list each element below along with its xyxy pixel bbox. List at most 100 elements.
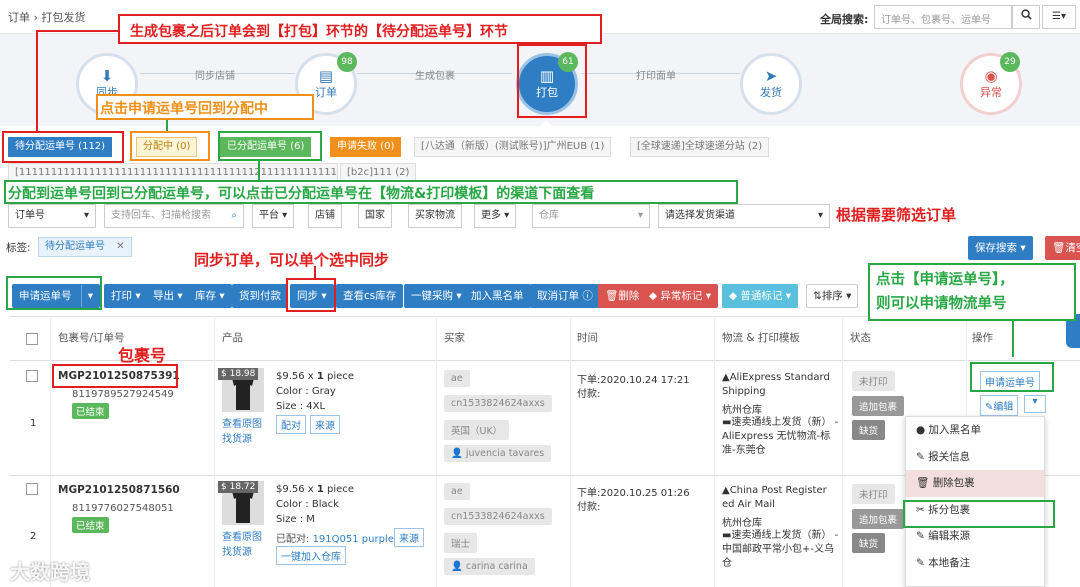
row-checkbox[interactable] — [26, 483, 38, 495]
menu-item-local-note[interactable]: ✎ 本地备注 — [906, 550, 1044, 577]
annotation-highlight — [2, 131, 124, 163]
row-index: 2 — [30, 531, 37, 542]
ship-channel-select[interactable]: 请选择发货渠道 ▾ — [658, 204, 830, 228]
annotation-arrow — [258, 161, 260, 181]
annotation-highlight — [286, 278, 336, 312]
finished-badge: 已结束 — [72, 403, 109, 419]
ship-channel: ▬速卖通线上发货（新） - 中国邮政平常小包+-义乌仓 — [722, 530, 839, 569]
export-button[interactable]: 导出 ▾ — [146, 284, 190, 308]
pair-button[interactable]: 配对 — [276, 415, 306, 434]
add-package-badge[interactable]: 追加包裹 — [852, 396, 905, 416]
col-logistics: 物流 & 打印模板 — [722, 332, 800, 344]
product-color: Color : Black — [276, 499, 339, 510]
exception-count-badge: 29 — [1000, 52, 1020, 72]
stock-button[interactable]: 库存 ▾ — [188, 284, 232, 308]
trash-icon: 🗑 — [1052, 242, 1066, 254]
flow-node-ship[interactable]: ➤ 发货 — [740, 53, 802, 115]
view-menu-button[interactable]: ☰▾ — [1042, 5, 1076, 29]
product-color: Color : Gray — [276, 386, 336, 397]
annotation-text: 根据需要筛选订单 — [836, 206, 957, 224]
sort-button[interactable]: ⇅排序 ▾ — [806, 284, 859, 308]
buyer-logistics-select[interactable]: 买家物流 — [408, 204, 462, 228]
menu-item-blacklist[interactable]: ● 加入黑名单 — [906, 417, 1044, 444]
global-search-label: 全局搜索: — [820, 13, 869, 26]
annotation-text: 同步订单，可以单个选中同步 — [194, 251, 390, 269]
package-number[interactable]: MGP2101250871560 — [58, 484, 180, 496]
annotation-text: 包裹号 — [118, 346, 167, 365]
edit-icon: ✎ — [916, 556, 925, 569]
row-more-button[interactable]: ▾ — [1024, 395, 1046, 413]
logistics-service: ▲China Post Register ed Air Mail — [722, 485, 827, 510]
platform-select[interactable]: 平台 ▾ — [252, 204, 295, 228]
search-button[interactable] — [1012, 5, 1040, 29]
purchase-button[interactable]: 一键采购 ▾ — [404, 284, 469, 308]
out-of-stock-badge: 缺货 — [852, 533, 886, 553]
close-icon[interactable]: ✕ — [116, 241, 124, 252]
status-unprinted: 未打印 — [852, 484, 895, 504]
col-sep — [570, 316, 571, 587]
chevron-down-icon: ▾ — [83, 210, 89, 221]
cancel-order-button[interactable]: 取消订单 ⓘ — [530, 284, 600, 308]
annotation-arrow — [166, 120, 168, 131]
product-size: Size : 4XL — [276, 401, 326, 412]
find-source-link[interactable]: 找货源 — [222, 430, 252, 445]
source-button[interactable]: 来源 — [310, 415, 340, 434]
menu-item-delete-package[interactable]: 🗑 删除包裹 — [906, 470, 1044, 497]
view-cs-stock-button[interactable]: 查看cs库存 — [336, 284, 404, 308]
menu-item-customs[interactable]: ✎ 报关信息 — [906, 444, 1044, 471]
order-number[interactable]: 8119789527924549 — [72, 389, 174, 400]
paid-time: 付款: — [577, 389, 601, 400]
select-all-checkbox[interactable] — [26, 333, 38, 345]
view-image-link[interactable]: 查看原图 — [222, 415, 262, 430]
annotation-highlight — [903, 500, 1055, 528]
order-time: 下单:2020.10.24 17:21 — [577, 375, 690, 386]
edit-icon: ✎ — [916, 450, 925, 463]
annotation-highlight — [517, 44, 587, 118]
source-button[interactable]: 来源 — [394, 528, 424, 547]
col-sep — [436, 316, 437, 587]
row-edit-button[interactable]: ✎编辑 — [980, 395, 1019, 416]
info-icon: ● — [916, 424, 926, 436]
add-package-badge[interactable]: 追加包裹 — [852, 509, 905, 529]
annotation-highlight — [970, 362, 1054, 392]
delete-button[interactable]: 🗑删除 — [598, 284, 647, 308]
buyer-account: cn1533824624axxs — [444, 508, 552, 525]
view-image-link[interactable]: 查看原图 — [222, 528, 262, 543]
tab-channel-global[interactable]: [全球速递]全球速递分站 (2) — [630, 137, 770, 157]
order-number[interactable]: 8119776027548051 — [72, 503, 174, 514]
order-search-input[interactable]: 支持回车、扫描枪搜索 ⌕ — [104, 204, 244, 228]
annotation-text: 分配到运单号回到已分配运单号，可以点击已分配运单号在【物流&打印模板】的渠道下面… — [8, 186, 595, 202]
filter-tag[interactable]: 待分配运单号 ✕ — [38, 237, 132, 257]
breadcrumb: 订单 › 打包发货 — [8, 11, 86, 24]
save-search-button[interactable]: 保存搜索 ▾ — [968, 236, 1033, 260]
buyer-platform: ae — [444, 370, 470, 387]
annotation-highlight — [52, 364, 178, 388]
buyer-country: 英国（UK） — [444, 420, 510, 440]
print-button[interactable]: 打印 ▾ — [104, 284, 148, 308]
tab-apply-failed[interactable]: 申请失败 (0) — [330, 137, 402, 157]
col-sep — [214, 316, 215, 587]
add-to-warehouse-button[interactable]: 一键加入仓库 — [276, 546, 346, 565]
blacklist-button[interactable]: 加入黑名单 — [464, 284, 531, 308]
more-filter-button[interactable]: 更多 ▾ — [474, 204, 517, 228]
paid-time: 付款: — [577, 502, 601, 513]
tab-channel-eub[interactable]: [八达通（新版）(测试账号)]广州EUB (1) — [414, 137, 612, 157]
annotation-arrow — [314, 266, 316, 278]
find-source-link[interactable]: 找货源 — [222, 543, 252, 558]
paired-sku: 已配对: 191Q051 purple — [276, 534, 394, 545]
info-icon: ⓘ — [582, 290, 593, 302]
breadcrumb-home[interactable]: 订单 — [8, 11, 30, 24]
warehouse-select[interactable]: 仓库 ▾ — [532, 204, 650, 228]
country-select[interactable]: 国家 — [358, 204, 392, 228]
shop-select[interactable]: 店铺 — [308, 204, 342, 228]
abnormal-mark-button[interactable]: ◆ 异常标记 ▾ — [642, 284, 719, 308]
global-search-input[interactable]: 订单号、包裹号、运单号 — [874, 5, 1012, 29]
annotation-text: 生成包裹之后订单会到【打包】环节的【待分配运单号】环节 — [130, 24, 508, 40]
order-no-select[interactable]: 订单号 ▾ — [8, 204, 96, 228]
normal-mark-button[interactable]: ◆ 普通标记 ▾ — [722, 284, 799, 308]
cod-button[interactable]: 货到付款 — [232, 284, 288, 308]
annotation-arrow — [1012, 321, 1014, 357]
row-checkbox[interactable] — [26, 370, 38, 382]
edit-icon: ✎ — [916, 530, 925, 543]
clear-button[interactable]: 🗑清空 — [1045, 236, 1080, 260]
